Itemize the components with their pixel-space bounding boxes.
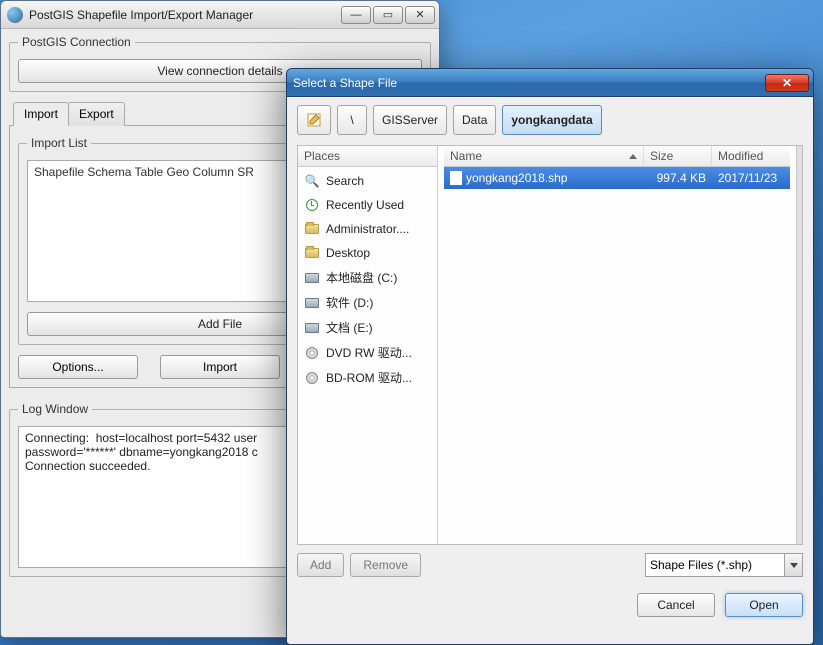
file-dialog: Select a Shape File ✕ \ GISServer Data y… bbox=[286, 68, 814, 645]
clock-icon bbox=[304, 197, 320, 213]
file-scrollbar[interactable] bbox=[796, 146, 802, 544]
cancel-button[interactable]: Cancel bbox=[637, 593, 715, 617]
file-column-headers: Name Size Modified bbox=[444, 146, 790, 167]
folder-icon bbox=[304, 245, 320, 261]
file-modified: 2017/11/23 bbox=[712, 169, 790, 187]
main-titlebar[interactable]: PostGIS Shapefile Import/Export Manager … bbox=[1, 1, 439, 29]
connection-legend: PostGIS Connection bbox=[18, 35, 135, 49]
place-recently-used[interactable]: Recently Used bbox=[298, 193, 437, 217]
remove-place-button[interactable]: Remove bbox=[350, 553, 421, 577]
file-icon bbox=[450, 171, 462, 185]
postgis-icon bbox=[7, 7, 23, 23]
places-list: 🔍Search Recently Used Administrator.... … bbox=[298, 167, 437, 544]
chevron-down-icon bbox=[790, 563, 798, 568]
dialog-titlebar[interactable]: Select a Shape File ✕ bbox=[287, 69, 813, 97]
main-window-title: PostGIS Shapefile Import/Export Manager bbox=[29, 8, 339, 22]
dialog-title: Select a Shape File bbox=[293, 76, 765, 90]
log-legend: Log Window bbox=[18, 402, 92, 416]
window-controls: — ▭ ✕ bbox=[339, 6, 435, 24]
file-size: 997.4 KB bbox=[644, 169, 712, 187]
path-yongkangdata[interactable]: yongkangdata bbox=[502, 105, 601, 135]
disc-icon bbox=[304, 345, 320, 361]
filter-dropdown-button[interactable] bbox=[785, 553, 803, 577]
files-list[interactable]: yongkang2018.shp 997.4 KB 2017/11/23 bbox=[444, 167, 790, 544]
tab-import[interactable]: Import bbox=[13, 102, 69, 126]
search-icon: 🔍 bbox=[304, 173, 320, 189]
tab-strip: Import Export bbox=[13, 102, 431, 126]
place-bd-rom[interactable]: BD-ROM 驱动... bbox=[298, 365, 437, 390]
file-name: yongkang2018.shp bbox=[466, 171, 567, 185]
path-data[interactable]: Data bbox=[453, 105, 496, 135]
place-drive-c[interactable]: 本地磁盘 (C:) bbox=[298, 265, 437, 290]
place-desktop[interactable]: Desktop bbox=[298, 241, 437, 265]
import-button[interactable]: Import bbox=[160, 355, 280, 379]
places-panel: Places 🔍Search Recently Used Administrat… bbox=[298, 146, 438, 544]
col-name[interactable]: Name bbox=[444, 146, 644, 166]
file-row[interactable]: yongkang2018.shp 997.4 KB 2017/11/23 bbox=[444, 167, 790, 189]
drive-icon bbox=[304, 320, 320, 336]
place-drive-e[interactable]: 文档 (E:) bbox=[298, 315, 437, 340]
disc-icon bbox=[304, 370, 320, 386]
col-modified[interactable]: Modified bbox=[712, 146, 790, 166]
dialog-close-button[interactable]: ✕ bbox=[765, 74, 809, 92]
drive-icon bbox=[304, 270, 320, 286]
maximize-button[interactable]: ▭ bbox=[373, 6, 403, 24]
minimize-button[interactable]: — bbox=[341, 6, 371, 24]
tab-export[interactable]: Export bbox=[68, 102, 125, 126]
open-button[interactable]: Open bbox=[725, 593, 803, 617]
col-size[interactable]: Size bbox=[644, 146, 712, 166]
file-pane: Name Size Modified yongkang2018.shp 997.… bbox=[444, 146, 790, 544]
file-browser: Places 🔍Search Recently Used Administrat… bbox=[297, 145, 803, 545]
drive-icon bbox=[304, 295, 320, 311]
add-place-button[interactable]: Add bbox=[297, 553, 344, 577]
place-administrator[interactable]: Administrator.... bbox=[298, 217, 437, 241]
place-dvd-rw[interactable]: DVD RW 驱动... bbox=[298, 340, 437, 365]
sort-arrow-icon bbox=[629, 154, 637, 159]
options-button[interactable]: Options... bbox=[18, 355, 138, 379]
folder-icon bbox=[304, 221, 320, 237]
file-type-filter[interactable]: Shape Files (*.shp) bbox=[645, 553, 785, 577]
close-button[interactable]: ✕ bbox=[405, 6, 435, 24]
place-search[interactable]: 🔍Search bbox=[298, 169, 437, 193]
place-drive-d[interactable]: 软件 (D:) bbox=[298, 290, 437, 315]
places-header[interactable]: Places bbox=[298, 146, 437, 167]
import-list-legend: Import List bbox=[27, 136, 91, 150]
